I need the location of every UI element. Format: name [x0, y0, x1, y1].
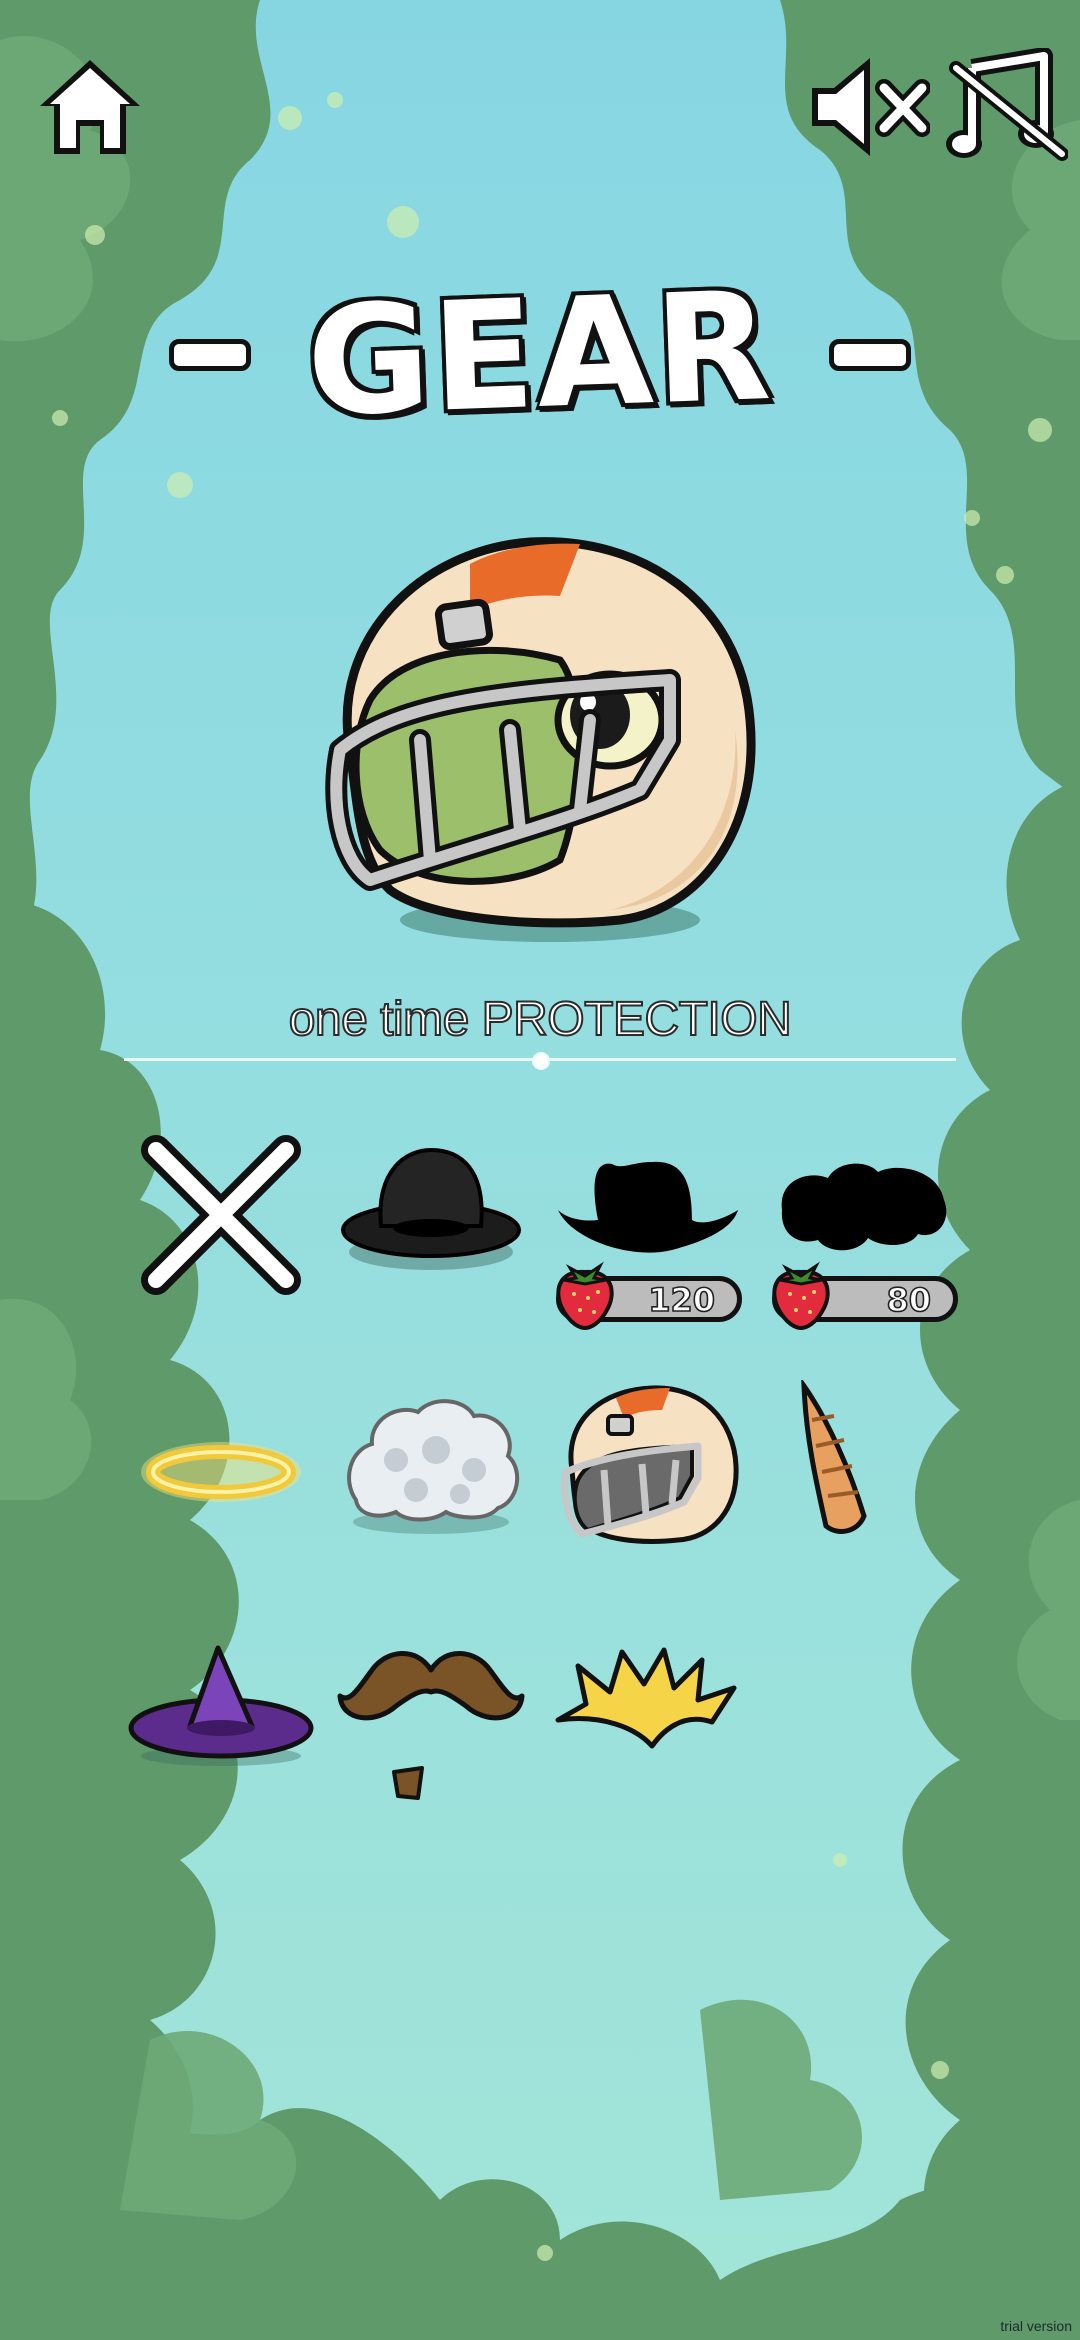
selected-gear-description: one time PROTECTION	[288, 992, 793, 1047]
wig-icon	[781, 1163, 947, 1251]
music-toggle-button[interactable]	[944, 47, 1069, 168]
trial-version-label: trial version	[1000, 2318, 1072, 2334]
sound-muted-icon	[812, 58, 931, 156]
divider-dot	[532, 1052, 550, 1070]
gear-slot-spiky-hair[interactable]	[552, 1640, 742, 1810]
white-wig-icon	[347, 1399, 519, 1534]
sound-toggle-button[interactable]	[806, 52, 931, 162]
title-dash-left	[169, 339, 252, 371]
selected-gear-preview	[325, 537, 756, 942]
gear-slot-none[interactable]	[126, 1130, 316, 1300]
gear-slot-mustache[interactable]	[336, 1640, 526, 1810]
gear-slot-white-wig[interactable]	[336, 1390, 526, 1560]
horn-icon	[801, 1377, 867, 1534]
gear-slot-bowler-hat[interactable]	[336, 1140, 526, 1310]
gear-slot-horn[interactable]	[768, 1377, 958, 1550]
bowler-hat-icon	[341, 1147, 521, 1270]
cowboy-hat-icon	[558, 1161, 738, 1253]
mustache-icon	[337, 1651, 525, 1800]
gear-slot-football-helmet[interactable]	[552, 1380, 742, 1550]
page-title: GEAR	[304, 259, 776, 451]
music-muted-icon	[946, 47, 1069, 161]
remove-gear-x-icon	[141, 1135, 301, 1295]
title-banner: GEAR	[0, 260, 1080, 450]
strawberry-icon	[556, 1261, 614, 1330]
wizard-hat-icon	[128, 1645, 314, 1766]
football-helmet-icon	[561, 1385, 739, 1544]
spiky-hair-icon	[555, 1647, 737, 1749]
strawberry-icon	[772, 1261, 830, 1330]
gear-slot-wizard-hat[interactable]	[126, 1640, 316, 1810]
gear-slot-halo[interactable]	[126, 1400, 316, 1570]
title-dash-right	[828, 339, 911, 371]
halo-icon	[141, 1442, 301, 1502]
home-icon	[40, 60, 140, 154]
home-button[interactable]	[34, 54, 146, 166]
